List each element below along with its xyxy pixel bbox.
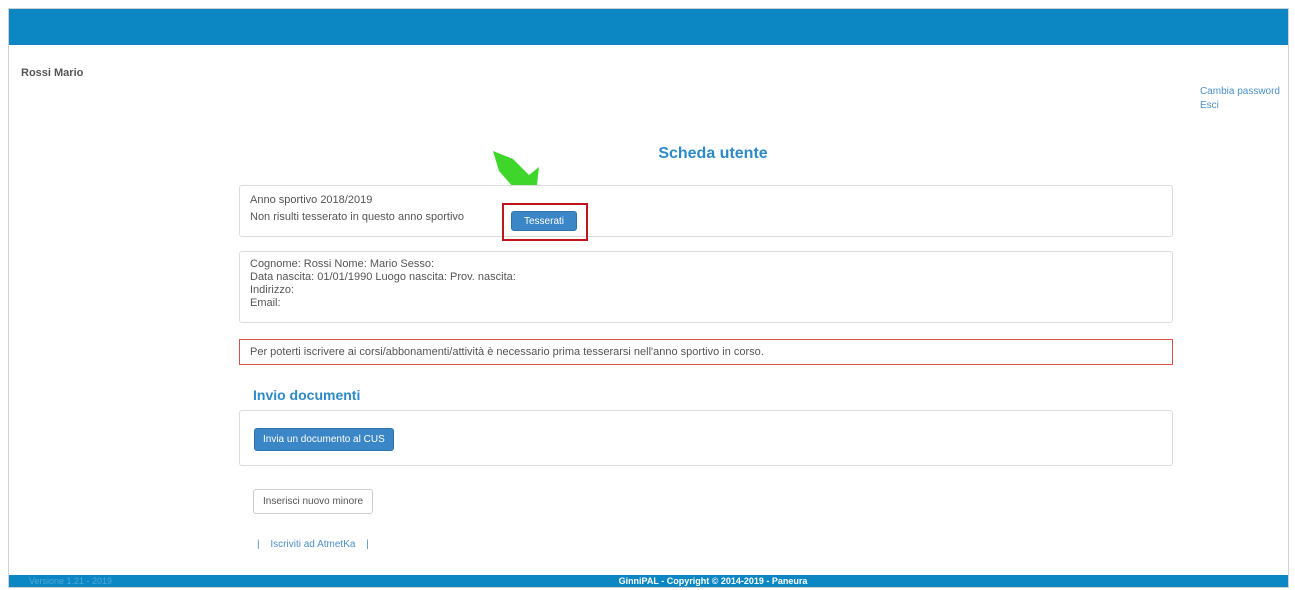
profile-name-line: Cognome: Rossi Nome: Mario Sesso: — [250, 258, 435, 270]
copyright-text: GinniPAL - Copyright © 2014-2019 - Paneu… — [618, 576, 808, 586]
top-navbar — [9, 9, 1288, 45]
footer: Versione 1.21 - 2019 GinniPAL - Copyrigh… — [9, 575, 1288, 587]
season-status-text: Non risulti tesserato in questo anno spo… — [250, 211, 465, 223]
link-row: | Iscriviti ad AtmetKa | — [257, 539, 369, 550]
atlhetika-link[interactable]: Iscriviti ad AtmetKa — [270, 539, 355, 550]
profile-email-line: Email: — [250, 297, 281, 309]
add-minor-button[interactable]: Inserisci nuovo minore — [253, 489, 374, 514]
app-window: Rossi Mario Cambia password Esci Scheda … — [8, 8, 1289, 588]
profile-panel: Cognome: Rossi Nome: Mario Sesso: Data n… — [239, 251, 1173, 323]
season-year-label: Anno sportivo 2018/2019 — [250, 194, 373, 206]
change-password-link[interactable]: Cambia password — [1200, 85, 1280, 99]
documents-title: Invio documenti — [253, 387, 361, 403]
alert-text: Per poterti iscrivere ai corsi/abbonamen… — [250, 346, 764, 358]
send-document-button[interactable]: Invia un documento al CUS — [254, 428, 394, 451]
register-highlight: Tesserati — [502, 203, 588, 241]
separator-left: | — [257, 539, 260, 550]
account-links: Cambia password Esci — [1200, 85, 1280, 113]
separator-right: | — [366, 539, 369, 550]
membership-alert: Per poterti iscrivere ai corsi/abbonamen… — [239, 339, 1173, 365]
season-panel: Anno sportivo 2018/2019 Non risulti tess… — [239, 185, 1173, 237]
logout-link[interactable]: Esci — [1200, 99, 1280, 113]
profile-birth-line: Data nascita: 01/01/1990 Luogo nascita: … — [250, 271, 516, 283]
documents-panel: Invia un documento al CUS — [239, 410, 1173, 466]
profile-address-line: Indirizzo: — [250, 284, 295, 296]
page-title: Scheda utente — [658, 145, 768, 162]
register-button[interactable]: Tesserati — [511, 211, 577, 231]
user-name: Rossi Mario — [21, 67, 84, 79]
